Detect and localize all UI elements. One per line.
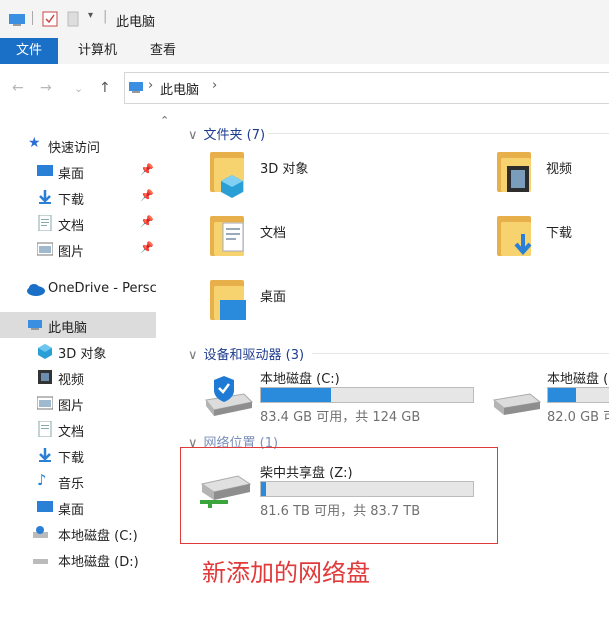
- nav-pc-music[interactable]: ♪ 音乐: [0, 468, 160, 494]
- folders-group-header[interactable]: ∨ 文件夹 (7): [188, 124, 265, 143]
- desktop-icon: [37, 165, 53, 176]
- nav-pc-drive-c[interactable]: 本地磁盘 (C:): [0, 520, 160, 546]
- drive-d-usage-bar: [547, 387, 609, 403]
- nav-item-documents[interactable]: 文档 📌: [0, 210, 160, 236]
- group-divider: [268, 133, 609, 134]
- nav-pc-downloads[interactable]: 下载: [0, 442, 160, 468]
- folder-desktop-label[interactable]: 桌面: [260, 286, 286, 305]
- folder-downloads-label[interactable]: 下载: [546, 222, 572, 241]
- group-divider: [312, 353, 609, 354]
- drive-icon: [33, 559, 48, 564]
- drive-d-label[interactable]: 本地磁盘 (: [547, 368, 608, 387]
- divider-icon: [32, 11, 33, 25]
- pin-icon[interactable]: 📌: [140, 163, 154, 176]
- quick-access-dropdown-icon[interactable]: ▾: [88, 10, 93, 21]
- drive-d-free-space: 82.0 GB 可: [547, 410, 609, 425]
- star-icon: ★: [28, 135, 41, 151]
- properties-check-icon[interactable]: [42, 11, 58, 27]
- folder-videos-icon[interactable]: [497, 152, 531, 192]
- nav-pc-documents[interactable]: 文档: [0, 416, 160, 442]
- drive-c-icon[interactable]: [200, 374, 254, 420]
- music-note-icon: ♪: [37, 471, 47, 489]
- up-arrow-icon[interactable]: ↑: [99, 80, 111, 96]
- video-icon: [38, 370, 52, 384]
- nav-this-pc[interactable]: 此电脑: [0, 312, 156, 338]
- window-title: 此电脑: [116, 15, 156, 30]
- nav-onedrive[interactable]: OneDrive - Persc: [0, 276, 160, 302]
- drive-c-label[interactable]: 本地磁盘 (C:): [260, 368, 340, 387]
- download-arrow-icon: [514, 234, 532, 256]
- forward-arrow-icon[interactable]: →: [40, 80, 52, 96]
- folder-desktop-icon[interactable]: [210, 280, 246, 320]
- annotation-highlight-box: [180, 447, 498, 544]
- title-divider: |: [103, 9, 108, 24]
- recent-locations-chevron-icon[interactable]: ⌄: [74, 82, 83, 95]
- document-icon: [222, 222, 244, 252]
- film-icon: [507, 166, 529, 192]
- folder-3d-objects-label[interactable]: 3D 对象: [260, 158, 308, 177]
- nav-pc-desktop[interactable]: 桌面: [0, 494, 160, 520]
- drive-d-icon[interactable]: [490, 392, 542, 422]
- this-pc-icon: [9, 14, 25, 26]
- folder-downloads-icon[interactable]: [497, 216, 532, 256]
- desktop-icon: [37, 501, 53, 512]
- cube-3d-icon: [38, 344, 52, 359]
- address-chevron-icon[interactable]: ›: [212, 78, 217, 93]
- chevron-down-icon: ∨: [188, 348, 198, 363]
- folder-documents-icon[interactable]: [210, 216, 244, 256]
- drive-c-usage-bar: [260, 387, 474, 403]
- nav-item-desktop[interactable]: 桌面 📌: [0, 158, 160, 184]
- folder-videos-label[interactable]: 视频: [546, 158, 572, 177]
- pictures-icon: [37, 396, 53, 410]
- download-arrow-icon: [39, 190, 51, 204]
- tab-view[interactable]: 查看: [150, 38, 176, 64]
- nav-pc-3d-objects[interactable]: 3D 对象: [0, 338, 160, 364]
- pictures-icon: [37, 242, 53, 256]
- nav-pc-videos[interactable]: 视频: [0, 364, 160, 390]
- devices-group-header[interactable]: ∨ 设备和驱动器 (3): [188, 344, 304, 363]
- folder-3d-objects-icon[interactable]: [210, 152, 244, 198]
- address-path[interactable]: 此电脑: [160, 79, 199, 98]
- ribbon-tabs: 文件 计算机 查看: [0, 38, 609, 65]
- this-pc-icon: [28, 320, 42, 330]
- nav-scroll-up-icon[interactable]: ⌃: [160, 114, 169, 127]
- document-icon: [38, 421, 52, 437]
- nav-item-pictures[interactable]: 图片 📌: [0, 236, 160, 262]
- pin-icon[interactable]: 📌: [140, 215, 154, 228]
- nav-pc-drive-d[interactable]: 本地磁盘 (D:): [0, 546, 160, 572]
- new-folder-icon[interactable]: [66, 11, 80, 27]
- folder-documents-label[interactable]: 文档: [260, 222, 286, 241]
- tab-computer[interactable]: 计算机: [78, 38, 117, 64]
- nav-pc-pictures[interactable]: 图片: [0, 390, 160, 416]
- download-arrow-icon: [39, 448, 51, 462]
- nav-quick-access[interactable]: ★ 快速访问: [0, 132, 160, 158]
- document-icon: [38, 215, 52, 231]
- chevron-down-icon: ∨: [188, 128, 198, 143]
- drive-icon: [33, 526, 48, 538]
- cube-3d-icon: [221, 175, 243, 198]
- pin-icon[interactable]: 📌: [140, 189, 154, 202]
- pin-icon[interactable]: 📌: [140, 241, 154, 254]
- back-arrow-icon[interactable]: ←: [12, 80, 24, 96]
- address-separator: ›: [148, 78, 154, 93]
- title-bar: ▾ | 此电脑: [0, 0, 609, 38]
- annotation-text: 新添加的网络盘: [202, 559, 370, 587]
- nav-item-downloads[interactable]: 下载 📌: [0, 184, 160, 210]
- navigation-pane: ⌃ ★ 快速访问 桌面 📌 下载 📌 文档 📌 图片 📌 OneDrive - …: [0, 112, 172, 583]
- tab-file[interactable]: 文件: [0, 38, 58, 64]
- this-pc-address-icon: [129, 82, 143, 93]
- cloud-icon: [27, 284, 45, 296]
- drive-c-free-space: 83.4 GB 可用，共 124 GB: [260, 410, 421, 425]
- desktop-icon: [220, 300, 246, 320]
